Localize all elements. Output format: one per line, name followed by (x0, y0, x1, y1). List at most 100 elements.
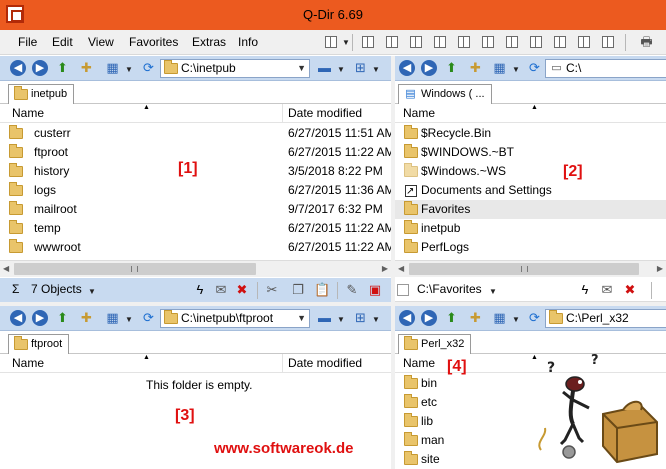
column-name[interactable]: Name (403, 356, 435, 370)
back-icon[interactable]: ◀ (10, 310, 26, 326)
menu-edit[interactable]: Edit (52, 35, 73, 49)
layout-2-pane-icon[interactable] (410, 36, 422, 48)
refresh-icon[interactable]: ⟳ (140, 60, 157, 76)
delete-icon[interactable]: ✖ (234, 282, 250, 298)
view-dropdown-icon[interactable]: ▼ (125, 315, 133, 324)
list-item[interactable]: wwwroot 6/27/2015 11:22 AM (0, 238, 391, 257)
layout-3-pane-alt-icon[interactable] (386, 36, 398, 48)
path-input[interactable]: ▭ C:\ (545, 59, 666, 78)
path-input[interactable]: C:\inetpub ▼ (160, 59, 310, 78)
back-icon[interactable]: ◀ (10, 60, 26, 76)
back-icon[interactable]: ◀ (399, 60, 415, 76)
network-icon[interactable]: ⊞ (352, 60, 369, 76)
column-divider[interactable] (282, 104, 283, 123)
menu-view[interactable]: View (88, 35, 114, 49)
checkbox-icon[interactable] (397, 284, 409, 296)
new-folder-icon[interactable]: ✚ (78, 60, 95, 76)
layout-dropdown-icon[interactable]: ▼ (342, 38, 350, 47)
list-item[interactable]: mailroot 9/7/2017 6:32 PM (0, 200, 391, 219)
view-grid-icon[interactable]: ▦ (104, 60, 121, 76)
monitor-dropdown-icon[interactable]: ▼ (337, 315, 345, 324)
new-folder-icon[interactable]: ✚ (78, 310, 95, 326)
up-folder-icon[interactable]: ⬆ (54, 60, 71, 76)
chevron-down-icon[interactable]: ▼ (297, 60, 306, 77)
printer-icon[interactable]: 🖶 (638, 34, 655, 50)
email-icon[interactable]: ✉ (599, 282, 615, 298)
chevron-down-icon[interactable]: ▼ (297, 310, 306, 327)
column-divider[interactable] (282, 354, 283, 373)
layout-vertical-icon[interactable] (554, 36, 566, 48)
monitor-icon[interactable]: ▬ (316, 60, 333, 76)
view-dropdown-icon[interactable]: ▼ (512, 315, 520, 324)
forward-icon[interactable]: ▶ (32, 60, 48, 76)
view-dropdown-icon[interactable]: ▼ (512, 65, 520, 74)
tab-inetpub[interactable]: inetpub (8, 84, 75, 104)
monitor-icon[interactable]: ▬ (316, 310, 333, 326)
up-folder-icon[interactable]: ⬆ (54, 310, 71, 326)
view-dropdown-icon[interactable]: ▼ (125, 65, 133, 74)
column-name[interactable]: Name (12, 356, 44, 370)
list-item[interactable]: $Recycle.Bin (395, 124, 666, 143)
properties-icon[interactable]: ▣ (367, 282, 383, 298)
column-name[interactable]: Name (12, 106, 44, 120)
view-grid-icon[interactable]: ▦ (491, 60, 508, 76)
network-icon[interactable]: ⊞ (352, 310, 369, 326)
refresh-icon[interactable]: ⟳ (140, 310, 157, 326)
network-dropdown-icon[interactable]: ▼ (372, 65, 380, 74)
path-input[interactable]: C:\Perl_x32 (545, 309, 666, 328)
monitor-dropdown-icon[interactable]: ▼ (337, 65, 345, 74)
layout-4-pane-icon[interactable] (325, 36, 337, 48)
email-icon[interactable]: ✉ (213, 282, 229, 298)
tab-perl[interactable]: Perl_x32 (398, 334, 472, 354)
object-count[interactable]: 7 Objects (31, 282, 82, 296)
forward-icon[interactable]: ▶ (32, 310, 48, 326)
up-folder-icon[interactable]: ⬆ (443, 310, 460, 326)
new-folder-icon[interactable]: ✚ (467, 310, 484, 326)
scroll-left-icon[interactable]: ◀ (398, 264, 404, 273)
layout-tree-icon[interactable] (602, 36, 614, 48)
list-item[interactable]: temp 6/27/2015 11:22 AM (0, 219, 391, 238)
delete-icon[interactable]: ✖ (622, 282, 638, 298)
view-grid-icon[interactable]: ▦ (104, 310, 121, 326)
layout-3-pane-icon[interactable] (362, 36, 374, 48)
status-dropdown-icon[interactable]: ▼ (489, 287, 497, 296)
refresh-icon[interactable]: ⟳ (526, 310, 543, 326)
horizontal-splitter[interactable] (0, 302, 666, 306)
forward-icon[interactable]: ▶ (421, 60, 437, 76)
list-item[interactable]: $WINDOWS.~BT (395, 143, 666, 162)
layout-grid-icon[interactable] (530, 36, 542, 48)
list-item[interactable]: inetpub (395, 219, 666, 238)
back-icon[interactable]: ◀ (399, 310, 415, 326)
list-item[interactable]: Documents and Settings (395, 181, 666, 201)
cut-icon[interactable]: ✂ (264, 282, 280, 298)
list-item[interactable]: logs 6/27/2015 11:36 AM (0, 181, 391, 200)
menu-file[interactable]: File (18, 35, 37, 49)
layout-columns-icon[interactable] (458, 36, 470, 48)
list-item[interactable]: $Windows.~WS (395, 162, 666, 181)
scroll-right-icon[interactable]: ▶ (657, 264, 663, 273)
network-dropdown-icon[interactable]: ▼ (372, 315, 380, 324)
list-item[interactable]: custerr 6/27/2015 11:51 AM (0, 124, 391, 143)
tab-windows[interactable]: ▤ Windows ( ... (398, 84, 492, 104)
menu-favorites[interactable]: Favorites (129, 35, 178, 49)
menu-extras[interactable]: Extras (192, 35, 226, 49)
forward-icon[interactable]: ▶ (421, 310, 437, 326)
layout-split-icon[interactable] (578, 36, 590, 48)
column-date[interactable]: Date modified (288, 356, 362, 370)
list-item[interactable]: PerfLogs (395, 238, 666, 257)
scroll-left-icon[interactable]: ◀ (3, 264, 9, 273)
scroll-right-icon[interactable]: ▶ (382, 264, 388, 273)
menu-info[interactable]: Info (238, 35, 258, 49)
new-folder-icon[interactable]: ✚ (467, 60, 484, 76)
tab-ftproot[interactable]: ftproot (8, 334, 70, 354)
list-item-selected[interactable]: Favorites (395, 200, 666, 219)
layout-2-pane-horizontal-icon[interactable] (434, 36, 446, 48)
status-path[interactable]: C:\Favorites (417, 282, 482, 296)
layout-single-icon[interactable] (482, 36, 494, 48)
copy-icon[interactable]: ❐ (290, 282, 306, 298)
refresh-icon[interactable]: ⟳ (526, 60, 543, 76)
layout-rows-icon[interactable] (506, 36, 518, 48)
column-date[interactable]: Date modified (288, 106, 362, 120)
status-dropdown-icon[interactable]: ▼ (88, 287, 96, 296)
lightning-icon[interactable]: ϟ (192, 282, 208, 298)
